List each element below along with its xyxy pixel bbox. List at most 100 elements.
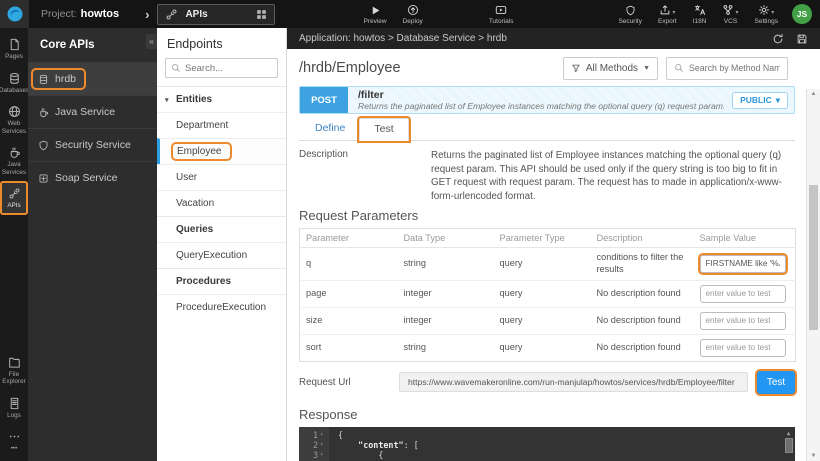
refresh-icon[interactable] [772, 33, 784, 45]
sample-value-input-sort[interactable] [700, 339, 786, 357]
endpoint-item-department[interactable]: Department [157, 112, 286, 138]
video-icon [495, 4, 507, 16]
param-data-type: integer [398, 280, 494, 307]
sample-value-input-page[interactable] [700, 285, 786, 303]
soap-icon [38, 173, 49, 184]
export-button[interactable]: ▾ Export [658, 4, 677, 25]
sample-value-input-size[interactable] [700, 312, 786, 330]
content-scrollbar[interactable]: ▲ ▼ [806, 89, 820, 461]
method-search[interactable] [666, 57, 788, 80]
user-avatar[interactable]: JS [792, 4, 812, 24]
translate-icon [694, 4, 706, 16]
param-row-q: qstringqueryconditions to filter the res… [300, 247, 796, 280]
security-button[interactable]: Security [618, 4, 641, 25]
endpoint-item-queryexecution[interactable]: QueryExecution [157, 242, 286, 268]
endpoints-section-entities[interactable]: ▾Entities [157, 86, 286, 112]
sidebar-item-pages[interactable]: Pages [0, 32, 28, 66]
sidebar-item-java-services[interactable]: Java Services [0, 140, 28, 181]
test-button[interactable]: Test [757, 371, 795, 394]
wavemaker-logo-icon[interactable] [0, 0, 29, 28]
databases-icon [8, 72, 21, 85]
grid-icon[interactable] [256, 9, 267, 20]
core-api-item-security-service[interactable]: Security Service [28, 128, 157, 161]
visibility-dropdown[interactable]: PUBLIC ▾ [732, 92, 788, 109]
endpoints-section-queries[interactable]: Queries [157, 216, 286, 242]
save-icon[interactable] [796, 33, 808, 45]
section-label: Entities [176, 94, 212, 105]
i18n-button[interactable]: I18N [693, 4, 707, 25]
line-number: 2▾ [299, 440, 329, 450]
column-header-data-type: Data Type [398, 228, 494, 247]
sidebar-item-logs[interactable]: Logs [0, 391, 28, 425]
code-token: "content" [358, 440, 403, 450]
chevron-down-icon: ▾ [776, 95, 780, 106]
tutorials-button[interactable]: Tutorials [489, 4, 514, 25]
endpoint-item-label: Vacation [176, 198, 214, 209]
param-name: q [300, 247, 398, 280]
endpoint-item-employee[interactable]: Employee [157, 138, 286, 164]
endpoint-item-user[interactable]: User [157, 164, 286, 190]
endpoints-search[interactable] [165, 58, 278, 78]
endpoint-item-vacation[interactable]: Vacation [157, 190, 286, 216]
tab-define[interactable]: Define [301, 118, 359, 140]
sidebar-item-label: ••• [11, 445, 18, 453]
api-method-row[interactable]: POST /filter Returns the paginated list … [299, 86, 795, 114]
collapse-panel-button[interactable]: « [146, 34, 157, 49]
api-path: /filter [358, 90, 724, 101]
core-api-item-hrdb[interactable]: hrdb [28, 62, 157, 95]
sidebar-item-label: Pages [5, 53, 23, 61]
sample-value-input-q[interactable] [700, 255, 786, 273]
scroll-up-icon[interactable]: ▲ [807, 91, 820, 97]
vcs-button[interactable]: ▾ VCS [722, 4, 738, 25]
content-scroll-thumb[interactable] [809, 185, 818, 330]
param-data-type: integer [398, 307, 494, 334]
core-api-item-soap-service[interactable]: Soap Service [28, 161, 157, 194]
play-icon [370, 4, 381, 16]
settings-button[interactable]: ▾ Settings [755, 4, 779, 25]
shield-icon [625, 4, 636, 16]
param-row-sort: sortstringqueryNo description found [300, 334, 796, 361]
methods-filter-dropdown[interactable]: All Methods ▼ [563, 57, 658, 80]
pages-icon [8, 38, 21, 51]
endpoints-section-procedures[interactable]: Procedures [157, 268, 286, 294]
method-search-input[interactable] [689, 63, 780, 73]
section-label: Queries [176, 224, 213, 235]
code-token: : [ [404, 440, 419, 450]
sidebar-item-databases[interactable]: Databases [0, 66, 28, 100]
response-code-editor[interactable]: 1▾{2▾ "content": [3▾ {4 "empId": 5,5 "fi… [299, 427, 795, 461]
apis-icon [8, 187, 21, 200]
chevron-right-icon: › [145, 7, 149, 22]
fold-arrow-icon: ▾ [320, 440, 326, 450]
sidebar-item-apis[interactable]: APIs [0, 181, 28, 215]
param-name: size [300, 307, 398, 334]
search-icon [171, 63, 181, 73]
sidebar-item-web-services[interactable]: Web Services [0, 99, 28, 140]
scroll-down-icon[interactable]: ▼ [807, 453, 820, 459]
deploy-icon [407, 4, 419, 16]
database-icon [38, 74, 49, 85]
branch-icon: ▾ [722, 4, 738, 16]
code-scroll-thumb[interactable] [785, 438, 793, 453]
param-sample-cell [694, 247, 796, 280]
param-row-size: sizeintegerqueryNo description found [300, 307, 796, 334]
param-sample-cell [694, 280, 796, 307]
preview-button[interactable]: Preview [363, 4, 386, 25]
apis-workspace-tab[interactable]: APIs [157, 4, 275, 25]
endpoints-search-input[interactable] [185, 63, 272, 74]
core-api-item-java-service[interactable]: Java Service [28, 95, 157, 128]
line-number: 1▾ [299, 430, 329, 440]
code-scrollbar[interactable]: ▲ ▼ [784, 429, 793, 461]
code-token: { [338, 450, 383, 460]
endpoints-panel: Endpoints ▾EntitiesDepartmentEmployeeUse… [157, 28, 287, 461]
deploy-button[interactable]: Deploy [403, 4, 423, 25]
sidebar-item-item[interactable]: ••• [0, 424, 28, 458]
tab-test[interactable]: Test [359, 118, 408, 141]
sidebar-item-file-explorer[interactable]: File Explorer [0, 350, 28, 391]
request-url-input[interactable] [399, 372, 748, 392]
param-description: No description found [591, 280, 694, 307]
chevron-down-icon: ▾ [735, 9, 738, 16]
endpoint-item-procedureexecution[interactable]: ProcedureExecution [157, 294, 286, 320]
param-name: page [300, 280, 398, 307]
apis-icon [165, 8, 178, 21]
column-header-description: Description [591, 228, 694, 247]
